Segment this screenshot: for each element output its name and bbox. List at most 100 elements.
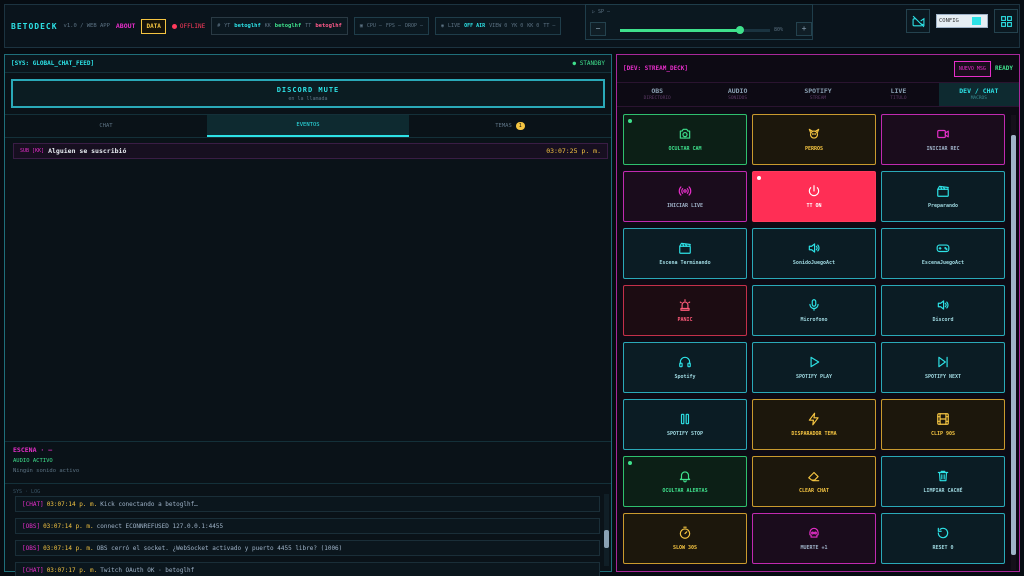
log-scrollbar-thumb[interactable] xyxy=(604,530,609,548)
accounts-chip: # YT betoglhf KK betoglhf TT betoglhf xyxy=(211,17,348,35)
deck-button-muerte-1[interactable]: MUERTE +1 xyxy=(752,513,876,564)
bell-icon xyxy=(679,471,691,483)
alarm-icon xyxy=(679,299,691,311)
account-value-yt: betoglhf xyxy=(234,23,261,29)
deck-button-label: PERROS xyxy=(804,146,824,152)
deck-scrollbar-thumb[interactable] xyxy=(1011,135,1016,555)
nuevo-msg-button[interactable]: NUEVO MSG xyxy=(953,60,991,77)
deck-scrollbar[interactable] xyxy=(1011,115,1016,570)
deck-button-label: EscenaJuegoAct xyxy=(921,260,965,266)
tab-chat-label: CHAT xyxy=(99,123,113,129)
deck-button-spotify-stop[interactable]: SPOTIFY STOP xyxy=(623,399,747,450)
reset-icon xyxy=(937,527,949,539)
deck-button-spotify[interactable]: Spotify xyxy=(623,342,747,393)
deck-button-disparador-tema[interactable]: DISPARADOR TEMA xyxy=(752,399,876,450)
play-icon xyxy=(810,356,820,368)
log-source: [OBS] xyxy=(22,544,41,552)
log-time: 03:07:14 p. m. xyxy=(46,500,98,508)
discord-mute-subtitle: en la llamada xyxy=(288,96,328,102)
deck-button-ocultar-alertas[interactable]: OCULTAR ALERTAS xyxy=(623,456,747,507)
deck-button-limpiar-cach[interactable]: LIMPIAR CACHÉ xyxy=(881,456,1005,507)
escena-title: ESCENA · — xyxy=(13,446,53,454)
tab-name: AUDIO xyxy=(727,87,748,95)
grid-view-button[interactable] xyxy=(994,9,1018,33)
deck-button-label: SLOW 30S xyxy=(672,545,698,551)
tab-obs[interactable]: OBS DIRECTORIO xyxy=(617,83,697,106)
speaker-icon xyxy=(808,243,820,253)
deck-button-spotify-next[interactable]: SPOTIFY NEXT xyxy=(881,342,1005,393)
deck-button-label: Spotify xyxy=(674,374,696,380)
audio-active-label: AUDIO ACTIVO xyxy=(13,458,53,464)
deck-button-label: SPOTIFY STOP xyxy=(666,431,704,437)
tab-chat[interactable]: CHAT xyxy=(5,115,207,137)
deck-button-iniciar-rec[interactable]: INICIAR REC xyxy=(881,114,1005,165)
live-icon: ◉ xyxy=(441,23,445,29)
about-link[interactable]: ABOUT xyxy=(116,22,136,30)
play-small-icon: ▷ xyxy=(592,9,596,15)
live-views: VIEW 0 xyxy=(489,23,508,29)
status-dot-icon xyxy=(171,23,177,29)
discord-mute-button[interactable]: DISCORD MUTE en la llamada xyxy=(11,79,605,108)
deck-button-microfono[interactable]: Microfono xyxy=(752,285,876,336)
deck-button-label: INICIAR LIVE xyxy=(666,203,704,209)
deck-button-escenajuegoact[interactable]: EscenaJuegoAct xyxy=(881,228,1005,279)
deck-button-clear-chat[interactable]: CLEAR CHAT xyxy=(752,456,876,507)
volume-up-button[interactable]: + xyxy=(796,22,812,36)
deck-button-escena-terminando[interactable]: Escena Terminando xyxy=(623,228,747,279)
deck-button-label: SonidoJuegoAct xyxy=(792,260,836,266)
deck-button-label: Microfono xyxy=(800,317,828,323)
deck-button-reset-0[interactable]: RESET 0 xyxy=(881,513,1005,564)
broadcast-icon xyxy=(678,186,692,196)
skull-icon xyxy=(809,527,819,538)
log-source: [OBS] xyxy=(22,522,41,530)
volume-slider-handle[interactable] xyxy=(736,26,744,34)
deck-button-label: TT ON xyxy=(806,203,822,209)
live-yt: YK 0 xyxy=(511,23,524,29)
config-toggle[interactable]: CONFIG xyxy=(936,14,988,28)
deck-button-grid: OCULTAR CAM PERROS INICIAR REC INICIAR LIVE… xyxy=(623,114,1007,572)
next-icon xyxy=(938,356,948,368)
deck-button-preparando[interactable]: Preparando xyxy=(881,171,1005,222)
system-log: SYS · LOG [CHAT] 03:07:14 p. m. Kick con… xyxy=(5,483,611,576)
deck-button-iniciar-live[interactable]: INICIAR LIVE xyxy=(623,171,747,222)
tab-temas[interactable]: TEMAS 1 xyxy=(409,115,611,137)
tab-audio[interactable]: AUDIO SONIDOS xyxy=(697,83,777,106)
deck-button-perros[interactable]: PERROS xyxy=(752,114,876,165)
headphones-icon xyxy=(679,356,691,368)
log-scrollbar[interactable] xyxy=(604,494,609,566)
cpu-stat: CPU — xyxy=(366,23,382,29)
tab-eventos[interactable]: EVENTOS xyxy=(207,115,409,137)
deck-button-label: Discord xyxy=(932,317,954,323)
log-line: [CHAT] 03:07:17 p. m. Twitch OAuth OK · … xyxy=(15,562,600,576)
deck-button-ocultar-cam[interactable]: OCULTAR CAM xyxy=(623,114,747,165)
deck-button-slow-30s[interactable]: SLOW 30S xyxy=(623,513,747,564)
tab-name: OBS xyxy=(651,87,664,95)
deck-button-tt-on[interactable]: TT ON xyxy=(752,171,876,222)
camera-off-button[interactable] xyxy=(906,9,930,33)
fps-stat: FPS — xyxy=(385,23,401,29)
deck-button-label: Preparando xyxy=(927,203,959,209)
config-label: CONFIG xyxy=(939,18,959,24)
volume-control: ▷ SP — − 80% + xyxy=(585,4,813,40)
chat-feed-header: [SYS: GLOBAL_CHAT_FEED] ● STANDBY xyxy=(5,55,611,73)
volume-down-button[interactable]: − xyxy=(590,22,606,36)
data-button[interactable]: DATA xyxy=(141,18,166,34)
deck-button-clip-90s[interactable]: CLIP 90S xyxy=(881,399,1005,450)
deck-button-label: LIMPIAR CACHÉ xyxy=(923,488,963,494)
video-icon xyxy=(937,129,949,139)
tab-live[interactable]: LIVE TITULO xyxy=(858,83,938,106)
volume-slider[interactable] xyxy=(620,26,770,34)
deck-button-sonidojuegoact[interactable]: SonidoJuegoAct xyxy=(752,228,876,279)
log-text: connect ECONNREFUSED 127.0.0.1:4455 xyxy=(96,522,224,530)
deck-button-discord[interactable]: Discord xyxy=(881,285,1005,336)
volume-dash: — xyxy=(607,9,611,15)
chat-feed-status: ● STANDBY xyxy=(572,60,605,67)
camera-off-icon xyxy=(912,15,924,27)
tab-sub: STREAM xyxy=(809,96,827,101)
deck-button-panic[interactable]: PANIC xyxy=(623,285,747,336)
tab-spotify[interactable]: SPOTIFY STREAM xyxy=(778,83,858,106)
deck-button-spotify-play[interactable]: SPOTIFY PLAY xyxy=(752,342,876,393)
deck-button-label: CLIP 90S xyxy=(930,431,956,437)
tab-dev-chat[interactable]: DEV / CHAT MACROS xyxy=(938,83,1020,106)
app-version: v1.0 / WEB APP xyxy=(63,23,110,29)
